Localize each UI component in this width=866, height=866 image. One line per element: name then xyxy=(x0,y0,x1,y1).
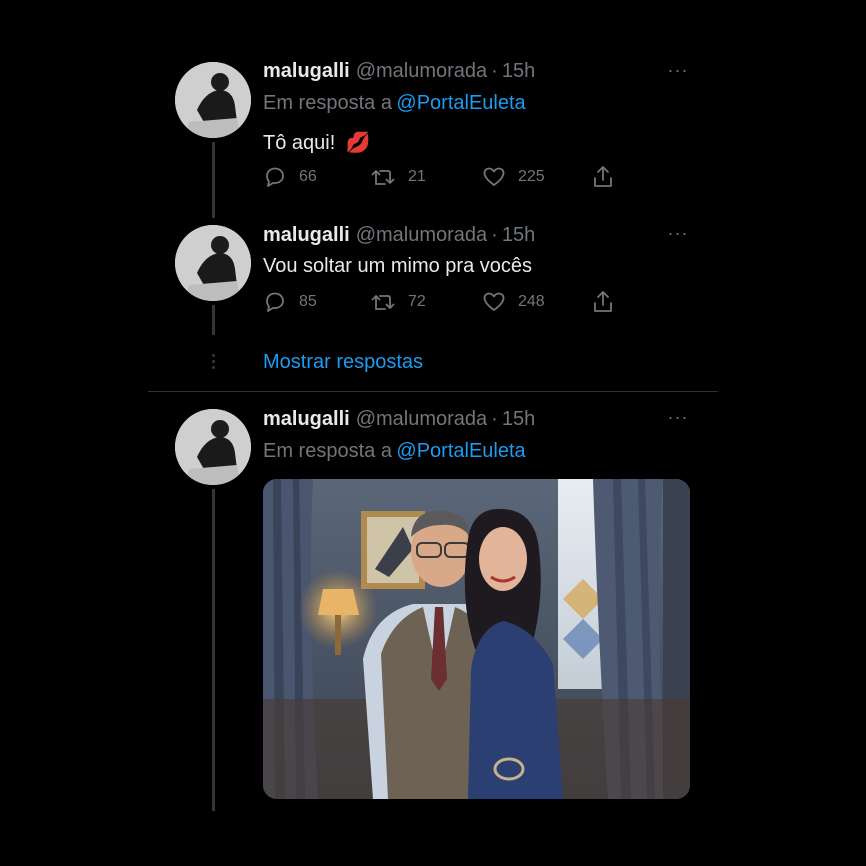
avatar[interactable] xyxy=(175,225,251,301)
avatar-photo xyxy=(175,62,251,138)
retweet-button[interactable]: 21 xyxy=(370,165,426,189)
handle[interactable]: @malumorada xyxy=(356,224,487,246)
reply-context: Em resposta a @PortalEuleta xyxy=(263,92,526,115)
more-icon[interactable]: ··· xyxy=(663,407,693,428)
mention-link[interactable]: @PortalEuleta xyxy=(396,440,525,462)
separator: · xyxy=(491,408,498,430)
avatar[interactable] xyxy=(175,409,251,485)
thread-line xyxy=(212,489,215,811)
timestamp[interactable]: 15h xyxy=(502,408,535,430)
like-icon xyxy=(483,167,505,186)
reply-count: 66 xyxy=(299,168,317,185)
divider xyxy=(148,391,718,392)
display-name[interactable]: malugalli xyxy=(263,408,350,430)
share-button[interactable] xyxy=(591,164,627,190)
like-count: 248 xyxy=(518,293,545,310)
retweet-icon xyxy=(371,170,395,185)
retweet-button[interactable]: 72 xyxy=(370,290,426,314)
avatar-photo xyxy=(175,225,251,301)
handle[interactable]: @malumorada xyxy=(356,60,487,82)
retweet-icon xyxy=(371,295,395,310)
timestamp[interactable]: 15h xyxy=(502,224,535,246)
display-name[interactable]: malugalli xyxy=(263,224,350,246)
thread-line xyxy=(212,305,215,335)
display-name[interactable]: malugalli xyxy=(263,60,350,82)
avatar-photo xyxy=(175,409,251,485)
thread: malugalli @malumorada · 15h ··· Em resposta… xyxy=(0,0,866,866)
retweet-count: 72 xyxy=(408,293,426,310)
avatar[interactable] xyxy=(175,62,251,138)
kiss-emoji-icon: 💋 xyxy=(345,132,371,154)
timestamp[interactable]: 15h xyxy=(502,60,535,82)
like-button[interactable]: 225 xyxy=(482,165,545,189)
more-icon[interactable]: ··· xyxy=(663,60,693,81)
reply-button[interactable]: 85 xyxy=(263,290,317,314)
tweet-text: Vou soltar um mimo pra vocês xyxy=(263,255,532,278)
reply-count: 85 xyxy=(299,293,317,310)
share-button[interactable] xyxy=(591,289,627,315)
tweet-header: malugalli @malumorada · 15h xyxy=(263,408,535,431)
like-button[interactable]: 248 xyxy=(482,290,545,314)
mention-link[interactable]: @PortalEuleta xyxy=(396,92,525,114)
reply-context: Em resposta a @PortalEuleta xyxy=(263,440,526,463)
thread-gap-dots xyxy=(208,351,218,372)
reply-prefix: Em resposta a xyxy=(263,92,392,114)
show-replies-link[interactable]: Mostrar respostas xyxy=(263,351,423,374)
handle[interactable]: @malumorada xyxy=(356,408,487,430)
tweet-body: Tô aqui! xyxy=(263,132,336,154)
share-icon xyxy=(594,166,612,187)
tweet-header: malugalli @malumorada · 15h xyxy=(263,224,535,247)
share-icon xyxy=(594,291,612,312)
photo-illustration xyxy=(263,479,690,799)
tweet-photo[interactable] xyxy=(263,479,690,799)
tweet-body: Vou soltar um mimo pra vocês xyxy=(263,255,532,277)
reply-icon xyxy=(266,292,284,312)
reply-icon xyxy=(266,167,284,187)
separator: · xyxy=(491,224,498,246)
reply-button[interactable]: 66 xyxy=(263,165,317,189)
retweet-count: 21 xyxy=(408,168,426,185)
separator: · xyxy=(491,60,498,82)
tweet-header: malugalli @malumorada · 15h xyxy=(263,60,535,83)
like-icon xyxy=(483,292,505,311)
thread-line xyxy=(212,142,215,218)
more-icon[interactable]: ··· xyxy=(663,223,693,244)
reply-prefix: Em resposta a xyxy=(263,440,392,462)
like-count: 225 xyxy=(518,168,545,185)
tweet-text: Tô aqui! 💋 xyxy=(263,130,371,155)
